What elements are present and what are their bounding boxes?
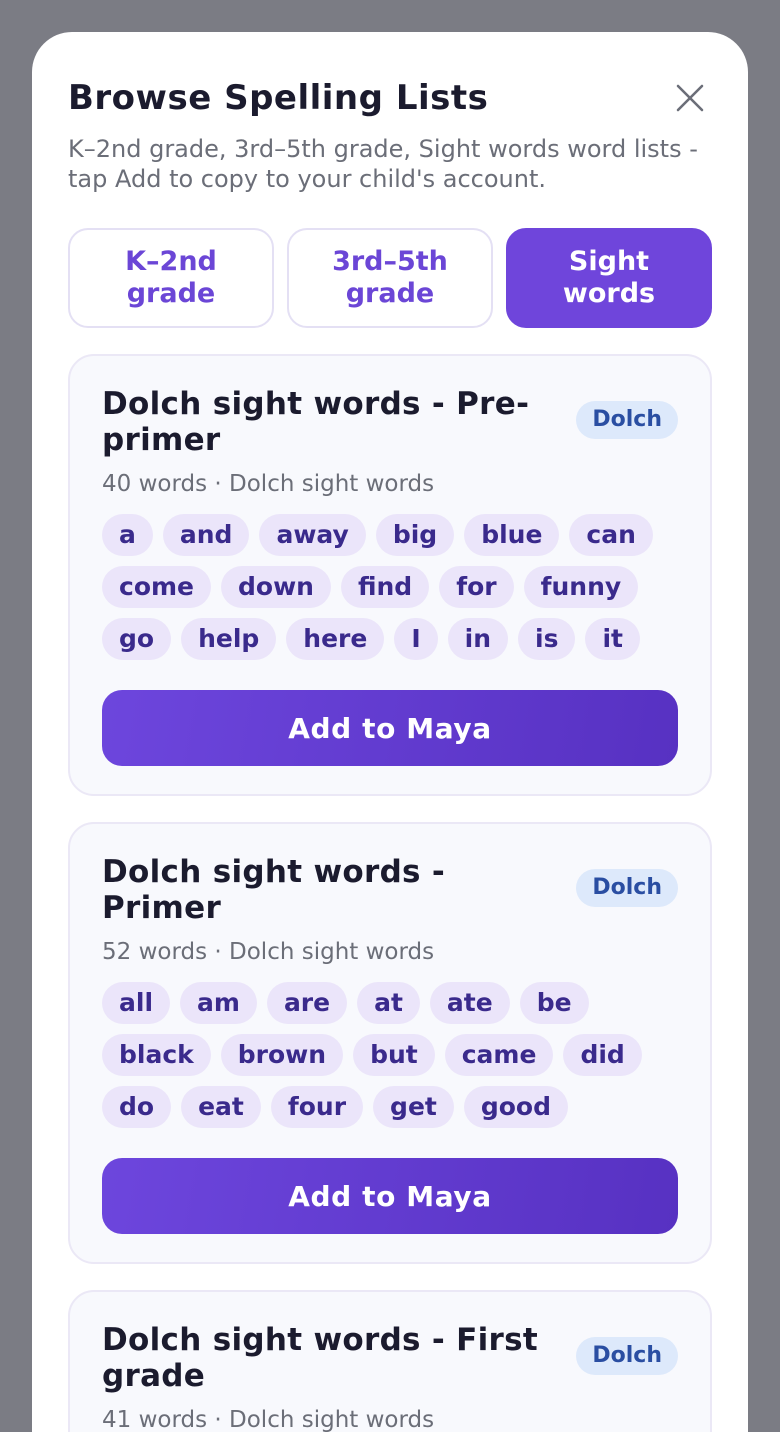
word-chips: all am are at ate be black brown but came did do eat… — [102, 982, 678, 1128]
word-chip: in — [447, 618, 509, 660]
word-chip: funny — [523, 566, 639, 608]
word-chip: at — [357, 982, 420, 1024]
word-chip: good — [463, 1086, 569, 1128]
word-chip: blue — [464, 514, 560, 556]
word-chip: eat — [181, 1086, 261, 1128]
word-chip: it — [585, 618, 641, 660]
word-chip: help — [181, 618, 277, 660]
list-title: Dolch sight words - Primer — [102, 854, 446, 926]
tab-3rd-5th-grade[interactable]: 3rd–5th grade — [287, 228, 493, 328]
list-title: Dolch sight words - Pre-primer — [102, 386, 530, 458]
word-chip: brown — [220, 1034, 344, 1076]
list-card-header: Dolch sight words - Pre-primer Dolch — [102, 386, 678, 458]
list-card: Dolch sight words - Pre-primer Dolch 40 wo… — [68, 354, 712, 796]
close-button[interactable] — [674, 82, 706, 114]
list-card-header: Dolch sight words - First grade Dolch — [102, 1322, 678, 1394]
word-chip: all — [102, 982, 171, 1024]
list-meta: 52 words · Dolch sight words — [102, 939, 435, 965]
word-chip: four — [270, 1086, 364, 1128]
list-card-header: Dolch sight words - Primer Dolch — [102, 854, 678, 926]
close-icon — [676, 84, 704, 112]
word-chip: big — [375, 514, 455, 556]
word-chip: a — [102, 514, 153, 556]
add-to-child-button[interactable]: Add to Maya — [102, 1158, 678, 1234]
list-source-badge: Dolch — [576, 401, 678, 439]
word-chip: away — [259, 514, 366, 556]
word-chip: and — [162, 514, 250, 556]
word-chip: am — [180, 982, 257, 1024]
word-chip: come — [102, 566, 211, 608]
modal-header: Browse Spelling Lists K–2nd grade, 3rd–5… — [68, 68, 712, 194]
tab-sight-words[interactable]: Sight words — [506, 228, 712, 328]
tab-k-2nd-grade[interactable]: K–2nd grade — [68, 228, 274, 328]
word-chip: I — [394, 618, 438, 660]
list-meta: 41 words · Dolch sight words — [102, 1407, 435, 1432]
word-chip: are — [266, 982, 348, 1024]
word-chips: a and away big blue can come down find for funny go… — [102, 514, 678, 660]
word-chip: black — [102, 1034, 211, 1076]
list-source-badge: Dolch — [576, 869, 678, 907]
spelling-lists: Dolch sight words - Pre-primer Dolch 40 wo… — [68, 354, 712, 1432]
word-chip: but — [353, 1034, 435, 1076]
word-chip: can — [569, 514, 653, 556]
word-chip: get — [373, 1086, 454, 1128]
word-chip: for — [439, 566, 514, 608]
list-source-badge: Dolch — [576, 1337, 678, 1375]
word-chip: ate — [429, 982, 510, 1024]
word-chip: find — [340, 566, 430, 608]
word-chip: down — [221, 566, 331, 608]
list-title: Dolch sight words - First grade — [102, 1322, 539, 1394]
word-chip: came — [444, 1034, 554, 1076]
browse-lists-modal: Browse Spelling Lists K–2nd grade, 3rd–5… — [32, 32, 748, 1432]
word-chip: here — [286, 618, 385, 660]
list-card: Dolch sight words - First grade Dolch 41 w… — [68, 1290, 712, 1432]
word-chip: do — [102, 1086, 172, 1128]
modal-subtitle: K–2nd grade, 3rd–5th grade, Sight words … — [68, 135, 698, 193]
list-meta: 40 words · Dolch sight words — [102, 471, 435, 497]
list-card: Dolch sight words - Primer Dolch 52 words … — [68, 822, 712, 1264]
add-to-child-button[interactable]: Add to Maya — [102, 690, 678, 766]
word-chip: is — [518, 618, 576, 660]
word-chip: did — [563, 1034, 642, 1076]
word-chip: be — [519, 982, 589, 1024]
word-chip: go — [102, 618, 172, 660]
modal-title: Browse Spelling Lists — [68, 78, 489, 118]
grade-tabs: K–2nd grade 3rd–5th grade Sight words — [68, 228, 712, 328]
